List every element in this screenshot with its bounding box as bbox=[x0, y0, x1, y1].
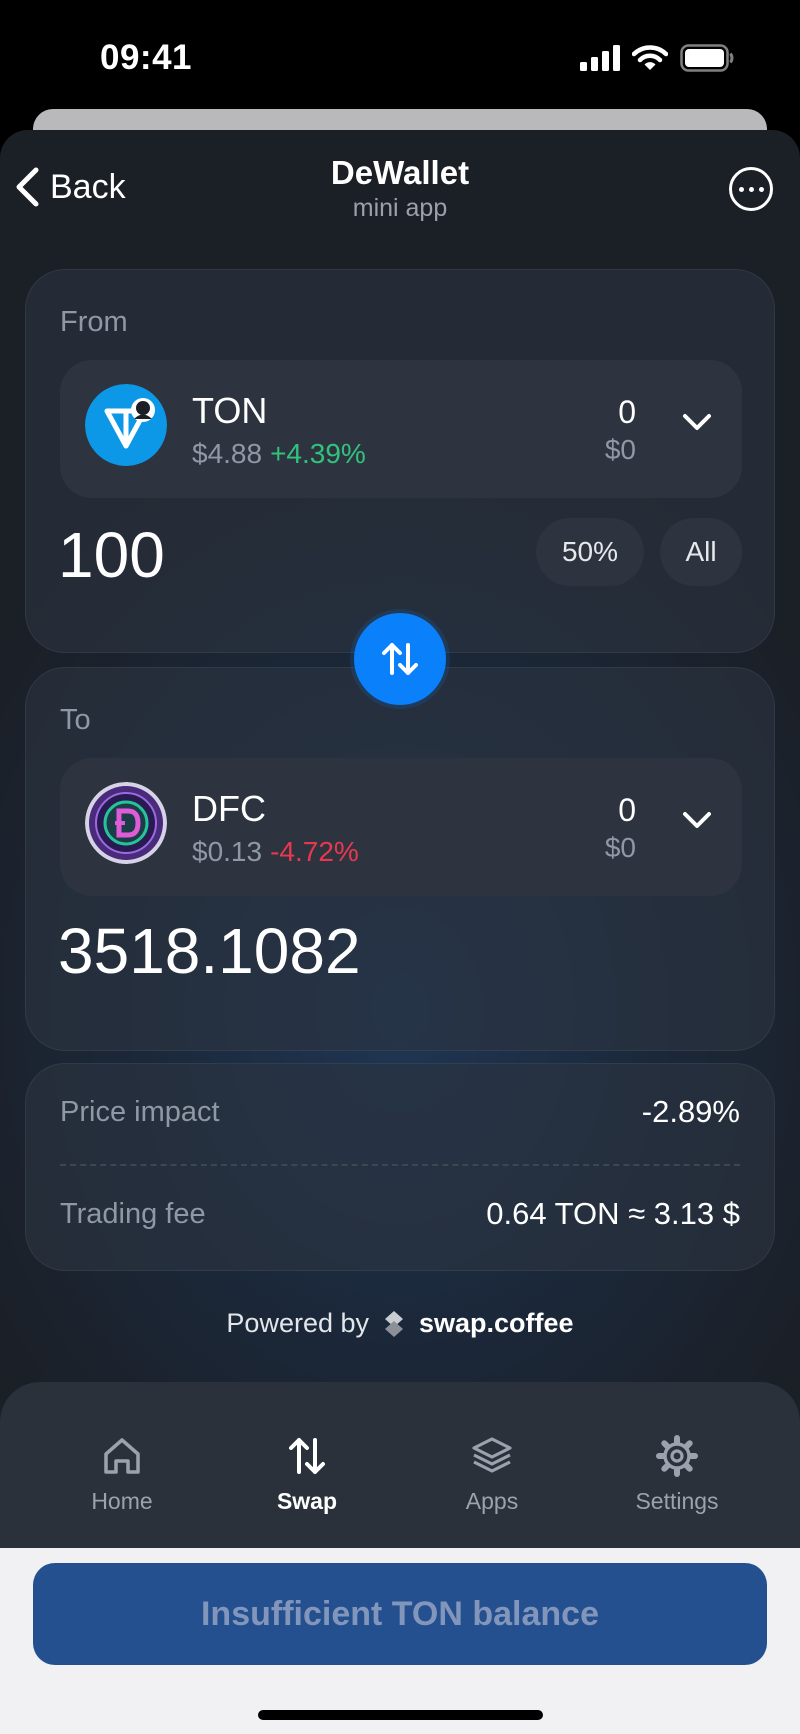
gear-icon bbox=[656, 1435, 698, 1477]
from-token-symbol: TON bbox=[192, 390, 268, 431]
tab-settings[interactable]: Settings bbox=[597, 1434, 757, 1515]
cellular-signal-icon bbox=[580, 45, 620, 71]
to-label: To bbox=[60, 704, 91, 736]
powered-by-label: Powered by bbox=[226, 1308, 370, 1338]
tab-swap[interactable]: Swap bbox=[227, 1434, 387, 1515]
trading-fee-label: Trading fee bbox=[60, 1197, 206, 1230]
tab-settings-label: Settings bbox=[635, 1488, 719, 1514]
home-indicator[interactable] bbox=[258, 1710, 543, 1720]
from-token-change: +4.39% bbox=[270, 438, 366, 469]
dfc-token-icon bbox=[85, 782, 167, 864]
to-token-price-line: $0.13 -4.72% bbox=[192, 836, 359, 868]
wifi-icon bbox=[632, 45, 668, 70]
trading-fee-value: 0.64 TON ≈ 3.13 $ bbox=[486, 1196, 740, 1231]
app-subtitle: mini app bbox=[352, 194, 448, 222]
powered-by-brand[interactable]: swap.coffee bbox=[419, 1308, 574, 1339]
tab-home[interactable]: Home bbox=[42, 1434, 202, 1515]
tab-bar: Home Swap Apps Settings bbox=[0, 1382, 800, 1572]
status-bar: 09:41 bbox=[0, 0, 800, 110]
fifty-percent-button[interactable]: 50% bbox=[536, 518, 644, 586]
from-token-selector[interactable]: TON $4.88 +4.39% 0 $0 bbox=[60, 360, 742, 498]
from-label: From bbox=[60, 306, 128, 338]
more-dot-icon bbox=[738, 186, 744, 192]
from-token-balance-usd: $0 bbox=[604, 434, 636, 465]
more-dot-icon bbox=[748, 186, 754, 192]
ton-token-icon bbox=[85, 384, 167, 466]
from-token-balance: 0 bbox=[618, 394, 636, 430]
from-token-price: $4.88 bbox=[192, 438, 263, 469]
layers-icon bbox=[472, 1437, 512, 1473]
chevron-down-icon bbox=[683, 414, 711, 430]
more-dot-icon bbox=[758, 186, 764, 192]
price-impact-value: -2.89% bbox=[641, 1094, 740, 1129]
insufficient-balance-button[interactable]: Insufficient TON balance bbox=[33, 1563, 767, 1665]
powered-by: Powered by swap.coffee bbox=[0, 1308, 800, 1339]
to-amount-output: 3518.1082 bbox=[58, 915, 361, 987]
swap-direction-button[interactable] bbox=[354, 613, 446, 705]
bottom-action-area: Insufficient TON balance bbox=[0, 1548, 800, 1734]
to-token-balance-usd: $0 bbox=[604, 832, 636, 863]
all-button[interactable]: All bbox=[660, 518, 742, 586]
price-impact-label: Price impact bbox=[60, 1095, 220, 1128]
swap-coffee-logo-icon bbox=[385, 1310, 404, 1337]
to-card: To DFC $0.13 -4.72% 0 $0 3518.1082 bbox=[25, 667, 775, 1051]
chevron-down-icon bbox=[683, 812, 711, 828]
more-options-button[interactable] bbox=[729, 167, 773, 211]
battery-icon bbox=[680, 44, 734, 72]
tab-home-label: Home bbox=[91, 1488, 153, 1514]
to-token-symbol: DFC bbox=[192, 788, 266, 829]
app-title: DeWallet bbox=[330, 154, 470, 191]
to-token-selector[interactable]: DFC $0.13 -4.72% 0 $0 bbox=[60, 758, 742, 896]
tab-swap-label: Swap bbox=[276, 1488, 338, 1514]
from-token-price-line: $4.88 +4.39% bbox=[192, 438, 366, 470]
swap-details-card: Price impact -2.89% Trading fee 0.64 TON… bbox=[25, 1063, 775, 1271]
home-icon bbox=[104, 1438, 140, 1474]
swap-arrows-icon bbox=[382, 643, 418, 675]
tab-apps[interactable]: Apps bbox=[412, 1434, 572, 1515]
status-time: 09:41 bbox=[100, 38, 193, 77]
tab-apps-label: Apps bbox=[465, 1488, 519, 1514]
mini-app-sheet: Back DeWallet mini app From TON $4.88 +4.… bbox=[0, 130, 800, 1550]
to-token-price: $0.13 bbox=[192, 836, 263, 867]
trading-fee-row: Trading fee 0.64 TON ≈ 3.13 $ bbox=[60, 1196, 740, 1232]
divider bbox=[60, 1164, 740, 1166]
swap-icon bbox=[289, 1438, 325, 1474]
status-icons bbox=[580, 44, 734, 72]
to-token-balance: 0 bbox=[618, 792, 636, 828]
to-token-change: -4.72% bbox=[270, 836, 359, 867]
from-card: From TON $4.88 +4.39% 0 $0 100 50% All bbox=[25, 269, 775, 653]
from-amount-input[interactable]: 100 bbox=[58, 518, 165, 592]
price-impact-row: Price impact -2.89% bbox=[60, 1094, 740, 1130]
